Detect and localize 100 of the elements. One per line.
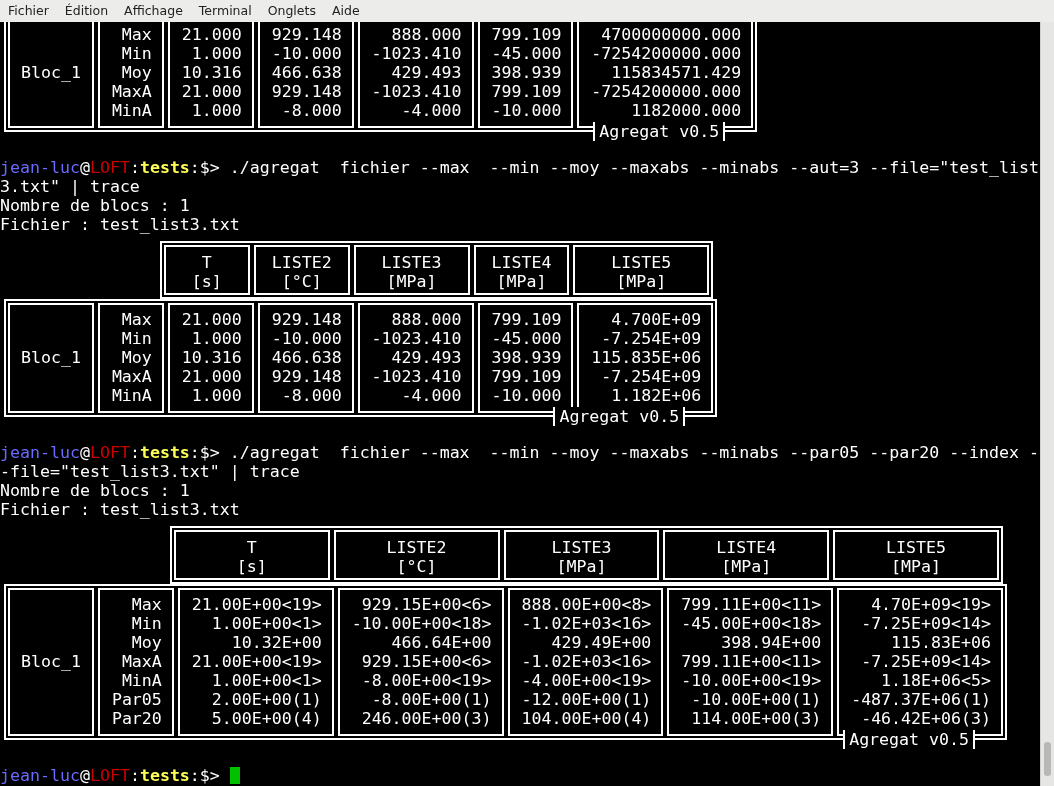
table-cell-text: -45.00E+00<18> bbox=[680, 614, 822, 633]
table-footer-label: Agregat v0.5 bbox=[553, 407, 686, 426]
table-cell-text: -10.00E+00<19> bbox=[680, 671, 822, 690]
prompt-text: jean-luc bbox=[0, 158, 80, 177]
stat-label: MaxA bbox=[120, 652, 162, 671]
table-cell-text: 2.00E+00(1) bbox=[210, 690, 322, 709]
table-cell-text: -7254200000.000 bbox=[590, 44, 742, 63]
column-name: LISTE3 bbox=[380, 253, 443, 272]
table-cell-text: 398.939 bbox=[490, 348, 562, 367]
table-cell-text: 888.000 bbox=[390, 25, 462, 44]
column-unit: [MPa] bbox=[385, 272, 438, 291]
table-cell-text: 4700000000.000 bbox=[600, 25, 742, 44]
table-cell-text: -12.00E+00(1) bbox=[520, 690, 652, 709]
column-unit: [MPa] bbox=[615, 272, 668, 291]
table-cell-text: 466.64E+00 bbox=[390, 633, 492, 652]
table-cell-text: 115.835E+06 bbox=[590, 348, 702, 367]
table-cell-text: -10.000 bbox=[490, 101, 562, 120]
table-cell-text: 799.109 bbox=[490, 367, 562, 386]
column-name: LISTE5 bbox=[885, 538, 948, 557]
table-cell-text: -7.254E+09 bbox=[600, 367, 702, 386]
menu-item[interactable]: Édition bbox=[58, 1, 115, 21]
prompt-text: tests bbox=[139, 766, 190, 785]
stat-label: Min bbox=[130, 614, 162, 633]
stat-label: MinA bbox=[110, 386, 152, 405]
table-cell-text: -4.00E+00<19> bbox=[520, 671, 652, 690]
table-cell-text: 929.15E+00<6> bbox=[360, 595, 492, 614]
table-cell-text: 1.182E+06 bbox=[610, 386, 702, 405]
table-cell-text: 115.83E+06 bbox=[890, 633, 991, 652]
table-cell-text: -45.000 bbox=[490, 44, 562, 63]
table-cell-text: -1023.410 bbox=[370, 367, 462, 386]
scrollbar-thumb[interactable] bbox=[1044, 742, 1051, 776]
table-cell-text: 10.32E+00 bbox=[230, 633, 322, 652]
stat-label: Min bbox=[120, 329, 152, 348]
table-cell-text: 4.70E+09<19> bbox=[870, 595, 991, 614]
menu-item[interactable]: Terminal bbox=[192, 1, 258, 21]
prompt-text: : bbox=[129, 443, 140, 462]
table-cell-text: 398.939 bbox=[490, 63, 562, 82]
table-cell-text: 104.00E+00(4) bbox=[520, 709, 652, 728]
column-unit: [°C] bbox=[395, 557, 438, 576]
table-cell-text: 929.148 bbox=[270, 367, 342, 386]
table-cell-text: 799.11E+00<11> bbox=[680, 652, 822, 671]
table-cell-text: -45.000 bbox=[490, 329, 562, 348]
table-cell-text: -46.42E+06(3) bbox=[860, 709, 991, 728]
table-cell-text: 1.000 bbox=[190, 329, 242, 348]
stat-label: Max bbox=[120, 25, 152, 44]
menu-item[interactable]: Affichage bbox=[118, 1, 189, 21]
table-cell-text: 929.15E+00<6> bbox=[360, 652, 492, 671]
output-text: Nombre de blocs : 1 bbox=[0, 196, 191, 215]
scrollbar[interactable] bbox=[1040, 22, 1054, 786]
table-cell-text: -10.00E+00<18> bbox=[350, 614, 492, 633]
column-unit: [s] bbox=[235, 557, 268, 576]
table-cell-text: 888.00E+00<8> bbox=[520, 595, 652, 614]
table-cell-text: 429.493 bbox=[390, 63, 462, 82]
table-cell-text: 888.000 bbox=[390, 310, 462, 329]
column-name: T bbox=[245, 538, 258, 557]
prompt-text: @ bbox=[79, 443, 90, 462]
command-text: -file="test_list3.txt" | trace bbox=[0, 462, 300, 481]
table-cell-text: -1023.410 bbox=[370, 329, 462, 348]
column-unit: [s] bbox=[190, 272, 223, 291]
table-cell-text: -8.000 bbox=[280, 101, 342, 120]
stat-label: Par20 bbox=[110, 709, 162, 728]
block-name: Bloc_1 bbox=[20, 63, 81, 82]
column-name: LISTE5 bbox=[610, 253, 673, 272]
table-cell-text: 799.109 bbox=[490, 82, 562, 101]
menu-item[interactable]: Fichier bbox=[2, 1, 55, 21]
prompt-text: tests bbox=[139, 443, 190, 462]
prompt-text: jean-luc bbox=[0, 766, 80, 785]
stat-label: Max bbox=[130, 595, 162, 614]
menu-item[interactable]: Onglets bbox=[261, 1, 322, 21]
table-cell-text: 21.000 bbox=[180, 367, 242, 386]
stat-label: MinA bbox=[120, 671, 162, 690]
table-cell-text: 10.316 bbox=[180, 348, 242, 367]
table-cell-text: -10.00E+00(1) bbox=[690, 690, 822, 709]
prompt-text: tests bbox=[139, 158, 190, 177]
table-footer-label: Agregat v0.5 bbox=[843, 730, 976, 749]
column-unit: [MPa] bbox=[720, 557, 773, 576]
column-name: LISTE2 bbox=[385, 538, 448, 557]
prompt-text: :$> bbox=[189, 766, 220, 785]
prompt-text: LOFT bbox=[89, 443, 130, 462]
command-text: ./agregat fichier --max --min --moy --maxabs --minabs --par05 --par20 --index - bbox=[229, 443, 1040, 462]
output-text: Fichier : test_list3.txt bbox=[0, 500, 241, 519]
column-name: LISTE4 bbox=[715, 538, 778, 557]
table-cell-text: 429.49E+00 bbox=[550, 633, 652, 652]
stat-label: Max bbox=[120, 310, 152, 329]
block-name: Bloc_1 bbox=[20, 652, 81, 671]
table-cell-text: -1023.410 bbox=[370, 82, 462, 101]
table-cell-text: 21.000 bbox=[180, 82, 242, 101]
table-cell-text: -10.000 bbox=[270, 44, 342, 63]
table-cell-text: -10.000 bbox=[490, 386, 562, 405]
table-cell-text: 21.000 bbox=[180, 310, 242, 329]
prompt-text: jean-luc bbox=[0, 443, 80, 462]
table-cell-text: 1.000 bbox=[190, 386, 242, 405]
column-unit: [MPa] bbox=[555, 557, 608, 576]
table-cell-text: 429.493 bbox=[390, 348, 462, 367]
table-cell-text: 799.109 bbox=[490, 25, 562, 44]
stat-label: MinA bbox=[110, 101, 152, 120]
menu-item[interactable]: Aide bbox=[325, 1, 366, 21]
table-cell-text: 5.00E+00(4) bbox=[210, 709, 322, 728]
table-cell-text: 246.00E+00(3) bbox=[360, 709, 492, 728]
output-text: Fichier : test_list3.txt bbox=[0, 215, 241, 234]
